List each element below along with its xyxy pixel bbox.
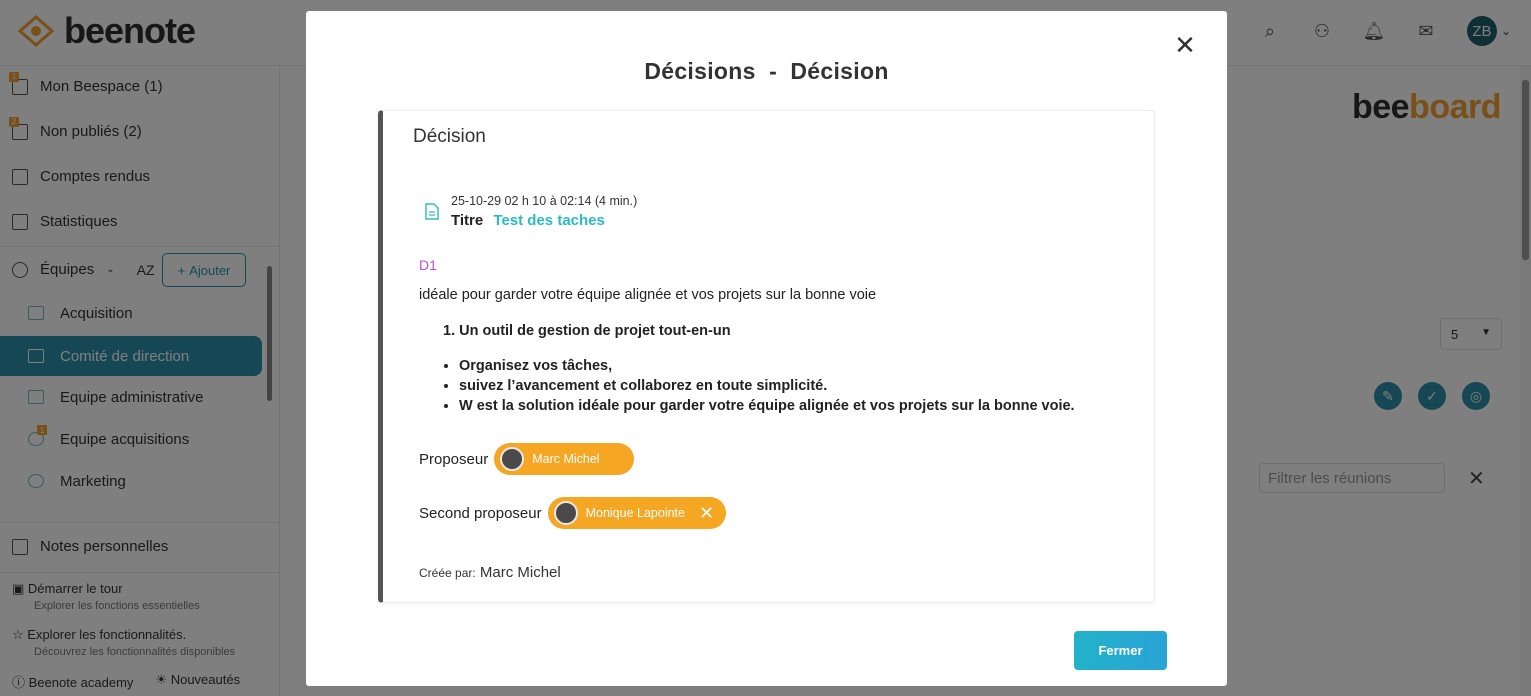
created-by: Créée par: Marc Michel <box>419 564 561 581</box>
list-item: W est la solution idéale pour garder vot… <box>459 398 1075 414</box>
proposer-chip[interactable]: Marc Michel <box>494 443 634 475</box>
list-item: suivez l’avancement et collaborez en tou… <box>459 378 1075 394</box>
meeting-date: 25-10-29 02 h 10 à 02:14 (4 min.) <box>451 194 638 208</box>
decision-card: Décision 25-10-29 02 h 10 à 02:14 (4 min… <box>378 110 1155 603</box>
avatar <box>500 447 525 471</box>
proposer-row: Proposeur Marc Michel <box>419 443 634 475</box>
remove-icon[interactable]: ✕ <box>699 503 714 524</box>
second-proposer-row: Second proposeur Monique Lapointe ✕ <box>419 497 727 529</box>
close-icon[interactable]: ✕ <box>1173 32 1197 58</box>
ordered-list-item: 1. Un outil de gestion de projet tout-en… <box>443 323 731 339</box>
title-label: Titre <box>451 212 484 229</box>
second-proposer-chip[interactable]: Monique Lapointe ✕ <box>547 497 727 529</box>
card-heading: Décision <box>413 126 486 147</box>
modal-title: Décisions - Décision <box>644 58 889 84</box>
second-proposer-label: Second proposeur <box>419 504 542 522</box>
created-by-name: Marc Michel <box>479 564 561 581</box>
second-proposer-name: Monique Lapointe <box>585 506 685 520</box>
decision-code: D1 <box>419 257 437 273</box>
decision-description: idéale pour garder votre équipe alignée … <box>419 287 877 303</box>
close-button[interactable]: Fermer <box>1074 631 1167 670</box>
decision-bullets: Organisez vos tâches, suivez l’avancemen… <box>459 358 1075 418</box>
created-by-label: Créée par <box>419 566 473 580</box>
created-by-colon: : <box>472 566 476 580</box>
document-icon <box>425 203 439 220</box>
avatar <box>553 501 578 525</box>
decision-modal: ✕ Décisions - Décision Décision 25-10-29… <box>306 11 1227 686</box>
list-item: Organisez vos tâches, <box>459 358 1075 374</box>
proposer-label: Proposeur <box>419 450 489 468</box>
proposer-name: Marc Michel <box>532 452 600 466</box>
meeting-title-link[interactable]: Test des taches <box>493 212 604 229</box>
meeting-title: Titre Test des taches <box>451 212 605 229</box>
